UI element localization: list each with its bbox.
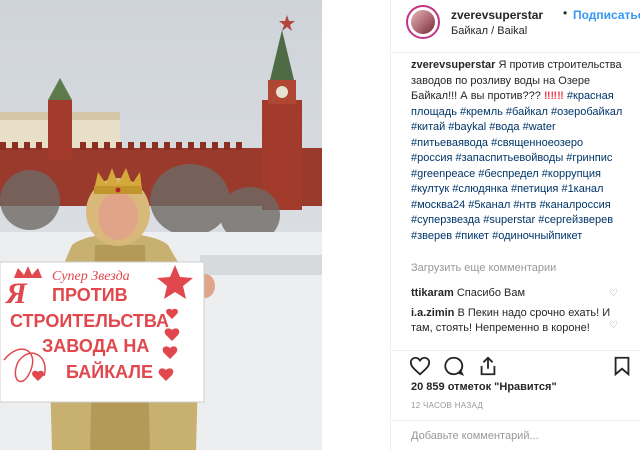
location-link[interactable]: Байкал / Baikal <box>451 25 527 37</box>
likes-count[interactable]: 20 859 отметок "Нравится" <box>411 381 557 393</box>
load-more-comments[interactable]: Загрузить еще комментарии <box>411 262 556 274</box>
sign-line-4: БАЙКАЛЕ <box>66 361 153 382</box>
comment-username[interactable]: i.a.zimin <box>411 307 454 319</box>
caption-hashtags[interactable]: #красная​площадь #кремль #байкал #озероб… <box>411 90 622 242</box>
gutter <box>322 0 390 450</box>
post-sidebar: zverevsuperstar • Подписаться Байкал / B… <box>390 0 640 450</box>
comment-item: i.a.zimin В Пекин надо срочно ехать! И т… <box>411 306 611 336</box>
avatar[interactable] <box>406 5 440 39</box>
separator-dot: • <box>563 6 568 20</box>
follow-button[interactable]: Подписаться <box>573 8 640 22</box>
action-bar <box>391 350 640 381</box>
post-photo[interactable]: Я Супер Звезда ПРОТИВ СТРОИТЕЛЬСТВА ЗАВО… <box>0 0 322 450</box>
comment-username[interactable]: ttikaram <box>411 287 454 299</box>
comment-text: Спасибо Вам <box>456 287 526 299</box>
sign-line-3: ЗАВОДА НА <box>42 336 149 356</box>
add-comment-placeholder: Добавьте комментарий... <box>411 430 539 442</box>
share-icon[interactable] <box>477 355 499 377</box>
exclamation-marks: ‼‼‼ <box>543 90 564 102</box>
sign-line-superstar: Супер Звезда <box>52 269 130 284</box>
comment-bubble-icon[interactable] <box>443 355 465 377</box>
comment-like-icon[interactable]: ♡ <box>609 288 618 299</box>
add-comment-field[interactable]: Добавьте комментарий... ⋯ <box>391 420 640 451</box>
comment-item: ttikaram Спасибо Вам <box>411 286 611 301</box>
avatar-image <box>411 10 435 34</box>
post-caption: zverevsuperstar Я против строительства з… <box>411 58 625 244</box>
caption-username[interactable]: zverevsuperstar <box>411 59 495 71</box>
sign-line-1: ПРОТИВ <box>52 285 128 305</box>
comment-like-icon[interactable]: ♡ <box>609 320 618 331</box>
like-heart-icon[interactable] <box>409 355 431 377</box>
more-options-icon[interactable]: ⋯ <box>411 430 422 443</box>
sign-line-2: СТРОИТЕЛЬСТВА <box>10 311 169 331</box>
post-header: zverevsuperstar • Подписаться Байкал / B… <box>391 0 640 53</box>
header-username[interactable]: zverevsuperstar <box>451 8 543 22</box>
photo-scene: Я Супер Звезда ПРОТИВ СТРОИТЕЛЬСТВА ЗАВО… <box>0 0 322 450</box>
save-bookmark-icon[interactable] <box>611 355 633 377</box>
sign-letter: Я <box>5 277 28 310</box>
post-timestamp[interactable]: 12 ЧАСОВ НАЗАД <box>411 401 483 410</box>
